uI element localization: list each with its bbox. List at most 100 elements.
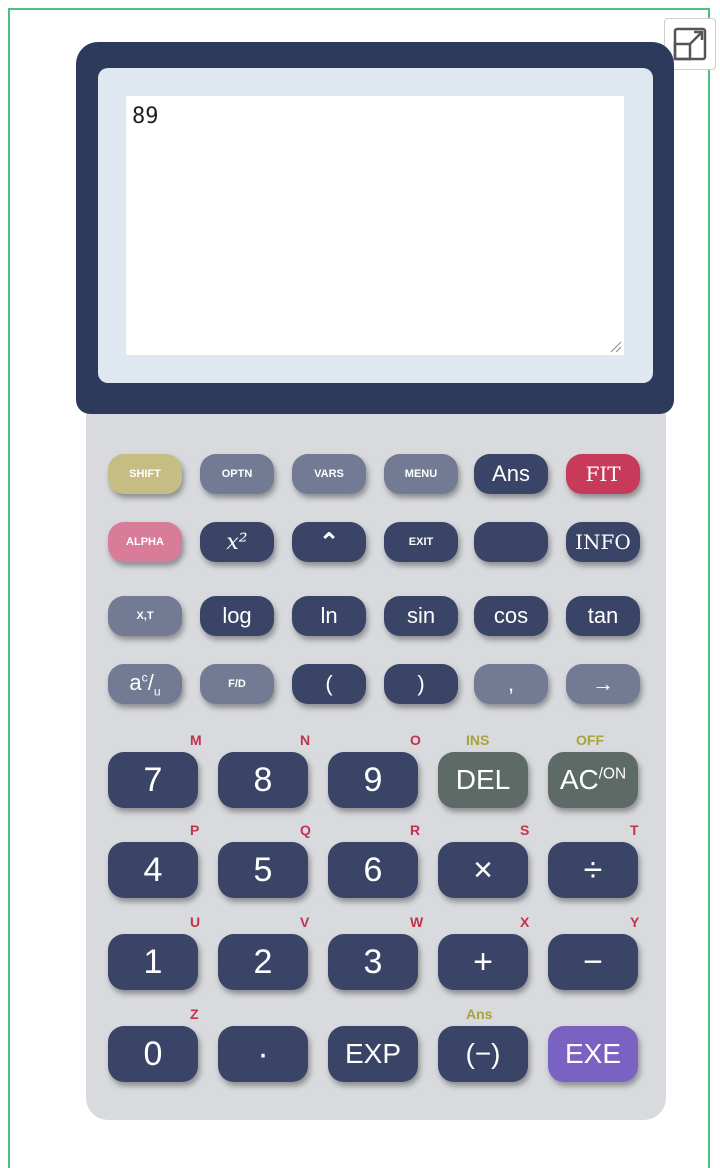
minus-key-alt-label: Y (630, 914, 640, 930)
exp-key-label: EXP (344, 1038, 402, 1069)
close-paren-key-label: ) (417, 671, 425, 696)
open-paren-key-label: ( (325, 671, 333, 696)
key-1[interactable]: 1 (108, 934, 198, 990)
exe-key-label: EXE (564, 1038, 622, 1069)
key-8-label: 8 (253, 760, 273, 799)
power-key-label: ⌃ (318, 528, 340, 556)
key-9[interactable]: 9 (328, 752, 418, 808)
tan-key[interactable]: tan (566, 596, 640, 636)
optn-key-label: OPTN (221, 468, 253, 480)
key-0-alt-label: Z (190, 1006, 199, 1022)
display-value: 89 (132, 104, 159, 129)
key-5-label: 5 (253, 850, 273, 889)
negate-key-label: (−) (465, 1038, 501, 1069)
alpha-key-label: ALPHA (126, 536, 164, 548)
key-0[interactable]: 0 (108, 1026, 198, 1082)
key-7-alt-label: M (190, 732, 202, 748)
ac-key-alt-label: OFF (576, 732, 604, 748)
fit-key-label: FIT (585, 462, 621, 486)
divide-key-label: ÷ (583, 850, 603, 889)
menu-key[interactable]: MENU (384, 454, 458, 494)
decimal-key[interactable]: · (218, 1026, 308, 1082)
key-9-label: 9 (363, 760, 383, 799)
open-paren-key[interactable]: ( (292, 664, 366, 704)
ans-key[interactable]: Ans (474, 454, 548, 494)
arrow-key-label: → (592, 671, 614, 696)
tan-key-label: tan (587, 603, 619, 628)
negate-key-alt-label: Ans (466, 1006, 493, 1022)
fraction-key[interactable]: ac/u (108, 664, 182, 704)
ac-key[interactable]: AC/ON (548, 752, 638, 808)
fd-key[interactable]: F/D (200, 664, 274, 704)
fraction-key-label: ac/u (129, 669, 161, 699)
key-2[interactable]: 2 (218, 934, 308, 990)
fd-key-label: F/D (228, 678, 246, 690)
expand-icon (673, 27, 707, 61)
info-key-label: INFO (575, 530, 631, 554)
key-1-alt-label: U (190, 914, 201, 930)
fit-key[interactable]: FIT (566, 454, 640, 494)
alpha-key[interactable]: ALPHA (108, 522, 182, 562)
resize-grip-icon[interactable] (608, 339, 622, 353)
exit-key[interactable]: EXIT (384, 522, 458, 562)
multiply-key[interactable]: × (438, 842, 528, 898)
key-9-alt-label: O (410, 732, 421, 748)
key-5-alt-label: Q (300, 822, 311, 838)
shift-key-label: SHIFT (129, 468, 161, 480)
info-key[interactable]: INFO (566, 522, 640, 562)
menu-key-label: MENU (404, 468, 438, 480)
shift-key[interactable]: SHIFT (108, 454, 182, 494)
key-7-label: 7 (143, 760, 163, 799)
key-0-label: 0 (143, 1034, 163, 1073)
comma-key-label: , (507, 671, 515, 696)
key-4-alt-label: P (190, 822, 200, 838)
del-key-alt-label: INS (466, 732, 490, 748)
del-key[interactable]: DEL (438, 752, 528, 808)
vars-key-label: VARS (314, 468, 344, 480)
key-8[interactable]: 8 (218, 752, 308, 808)
key-6[interactable]: 6 (328, 842, 418, 898)
xt-key-label: X,T (136, 610, 154, 622)
divide-key[interactable]: ÷ (548, 842, 638, 898)
log-key[interactable]: log (200, 596, 274, 636)
key-7[interactable]: 7 (108, 752, 198, 808)
key-4[interactable]: 4 (108, 842, 198, 898)
cos-key-label: cos (493, 603, 529, 628)
key-3[interactable]: 3 (328, 934, 418, 990)
comma-key[interactable]: , (474, 664, 548, 704)
square-key-label: x² (226, 529, 248, 555)
key-4-label: 4 (143, 850, 163, 889)
log-key-label: log (222, 603, 252, 628)
vars-key[interactable]: VARS (292, 454, 366, 494)
cos-key[interactable]: cos (474, 596, 548, 636)
negate-key[interactable]: (−) (438, 1026, 528, 1082)
sin-key[interactable]: sin (384, 596, 458, 636)
key-5[interactable]: 5 (218, 842, 308, 898)
plus-key-alt-label: X (520, 914, 530, 930)
minus-key[interactable]: − (548, 934, 638, 990)
arrow-key[interactable]: → (566, 664, 640, 704)
decimal-key-label: · (257, 1034, 269, 1073)
square-key[interactable]: x² (200, 522, 274, 562)
close-paren-key[interactable]: ) (384, 664, 458, 704)
ln-key-label: ln (320, 603, 338, 628)
display-textarea[interactable]: 89 (126, 96, 624, 355)
plus-key[interactable]: + (438, 934, 528, 990)
key-2-alt-label: V (300, 914, 310, 930)
key-8-alt-label: N (300, 732, 311, 748)
exp-key[interactable]: EXP (328, 1026, 418, 1082)
exit-key-label: EXIT (408, 536, 434, 548)
divide-key-alt-label: T (630, 822, 639, 838)
key-1-label: 1 (143, 942, 163, 981)
power-key[interactable]: ⌃ (292, 522, 366, 562)
exe-key[interactable]: EXE (548, 1026, 638, 1082)
key-6-alt-label: R (410, 822, 421, 838)
sin-key-label: sin (406, 603, 436, 628)
blank-key[interactable] (474, 522, 548, 562)
multiply-key-label: × (473, 850, 493, 889)
optn-key[interactable]: OPTN (200, 454, 274, 494)
ln-key[interactable]: ln (292, 596, 366, 636)
ans-key-label: Ans (492, 461, 530, 486)
key-3-alt-label: W (410, 914, 424, 930)
xt-key[interactable]: X,T (108, 596, 182, 636)
